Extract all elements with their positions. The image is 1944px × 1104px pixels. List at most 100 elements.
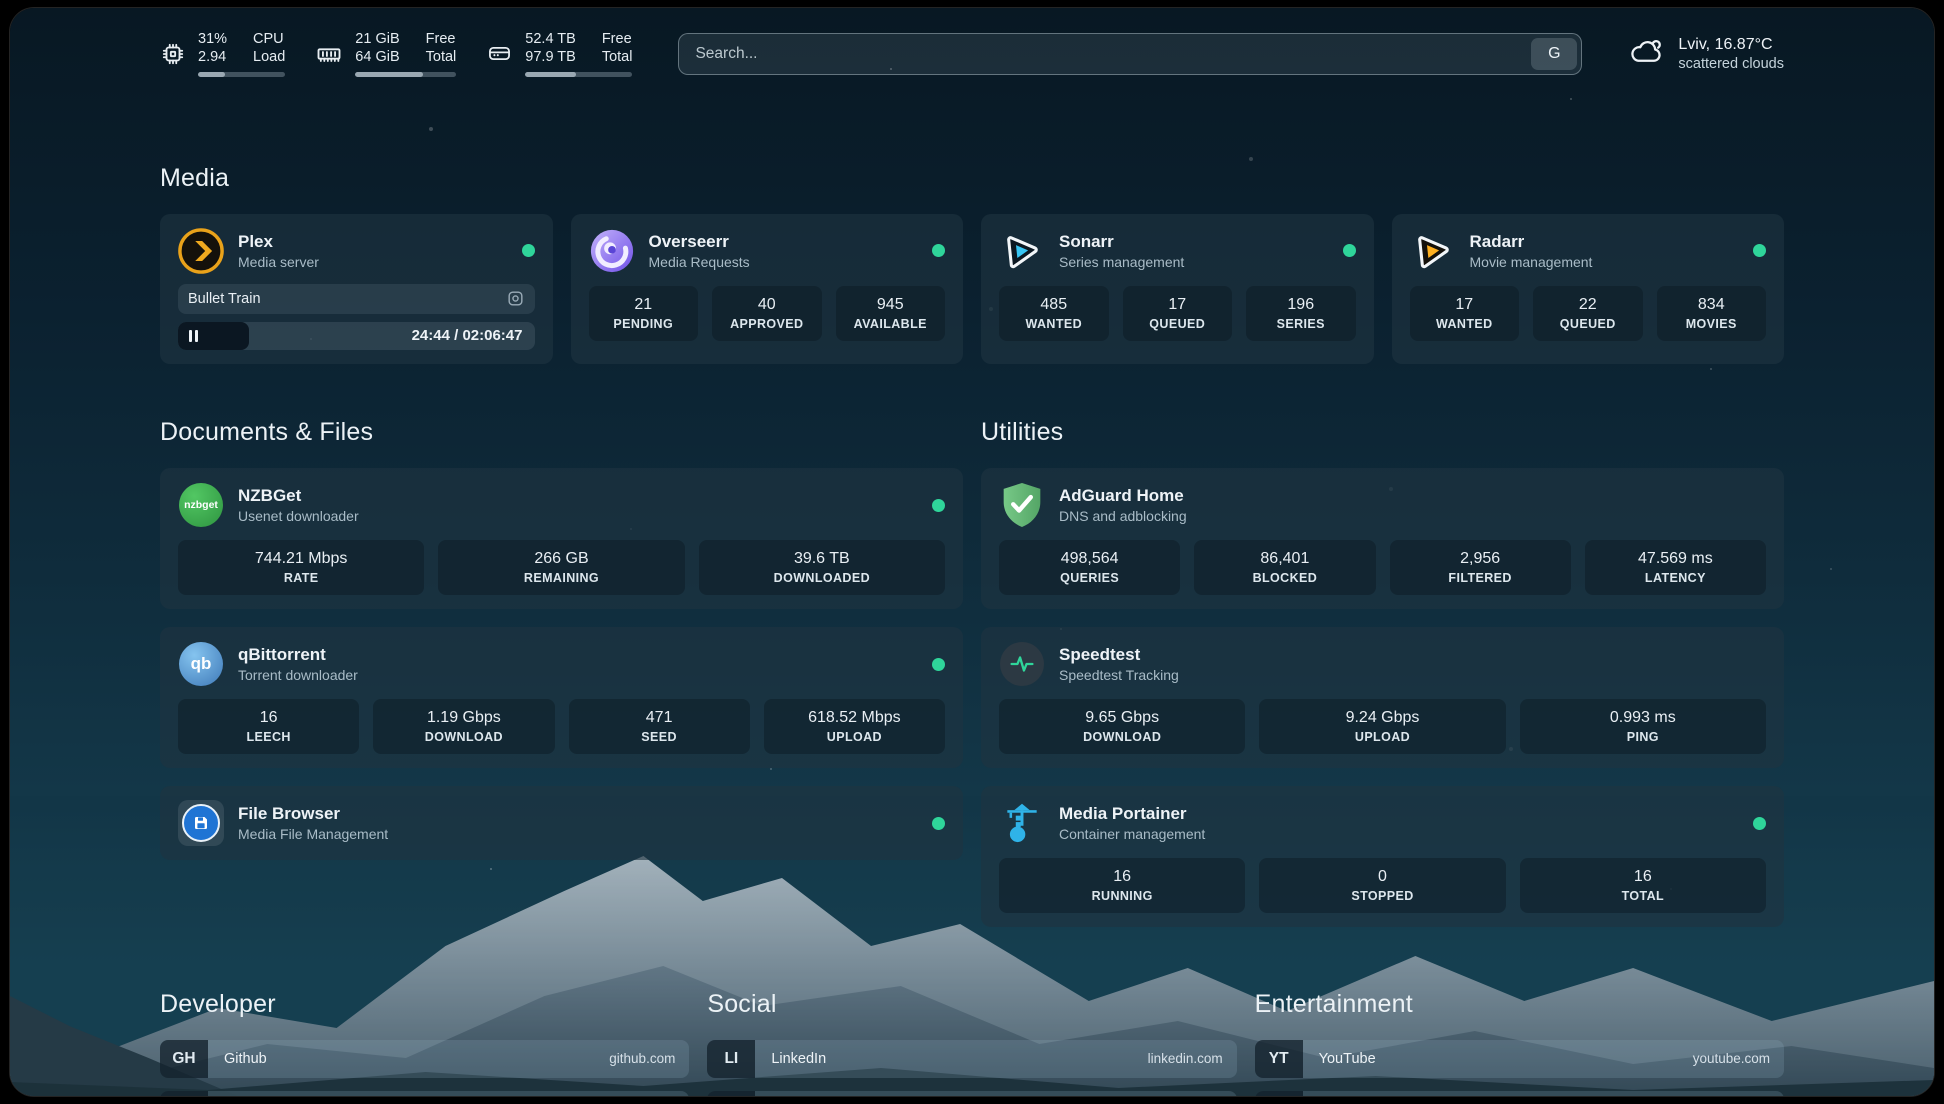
memory-total-label: Total bbox=[426, 48, 457, 66]
service-card-qbittorrent[interactable]: qb qBittorrent Torrent downloader 16 bbox=[160, 627, 963, 768]
disk-progress-bar bbox=[525, 72, 632, 77]
bookmark-group-entertainment: Entertainment YT YouTube youtube.com NF … bbox=[1255, 969, 1784, 1096]
service-name: Radarr bbox=[1470, 231, 1593, 253]
service-name: AdGuard Home bbox=[1059, 485, 1187, 507]
stat-block: 22 QUEUED bbox=[1533, 286, 1643, 341]
bookmark-netflix[interactable]: NF Netflix netflix.com bbox=[1255, 1091, 1784, 1097]
service-name: File Browser bbox=[238, 803, 388, 825]
service-card-sonarr[interactable]: Sonarr Series management 485 WANTED 17 Q… bbox=[981, 214, 1374, 364]
service-name: Media Portainer bbox=[1059, 803, 1205, 825]
bookmark-linkedin[interactable]: LI LinkedIn linkedin.com bbox=[707, 1040, 1236, 1078]
radarr-icon bbox=[1410, 228, 1456, 274]
stat-block: 834 MOVIES bbox=[1657, 286, 1767, 341]
cpu-usage-value: 31% bbox=[198, 30, 227, 48]
stat-block: 2,956 FILTERED bbox=[1390, 540, 1571, 595]
plex-icon bbox=[178, 228, 224, 274]
top-bar: 31% 2.94 CPU Load bbox=[160, 30, 1784, 77]
bookmark-group-developer: Developer GH Github github.com SO StackO… bbox=[160, 969, 689, 1096]
status-dot bbox=[1753, 244, 1766, 257]
bookmark-abbr: YT bbox=[1255, 1040, 1303, 1078]
cpu-chip-icon bbox=[160, 41, 186, 67]
filebrowser-icon bbox=[178, 800, 224, 846]
bookmark-domain: github.com bbox=[609, 1051, 689, 1066]
service-description: Media server bbox=[238, 253, 319, 271]
stat-block: 9.24 Gbps UPLOAD bbox=[1259, 699, 1505, 754]
cpu-stat: 31% 2.94 CPU Load bbox=[160, 30, 285, 77]
service-card-portainer[interactable]: Media Portainer Container management 16 … bbox=[981, 786, 1784, 927]
bookmark-abbr: SO bbox=[160, 1091, 208, 1097]
bookmark-domain: youtube.com bbox=[1693, 1051, 1784, 1066]
memory-icon bbox=[315, 40, 343, 68]
weather-condition: scattered clouds bbox=[1678, 55, 1784, 74]
status-dot bbox=[522, 244, 535, 257]
disk-stat: 52.4 TB 97.9 TB Free Total bbox=[486, 30, 632, 77]
pause-icon bbox=[189, 330, 198, 342]
overseerr-icon bbox=[589, 228, 635, 274]
utilities-section-title: Utilities bbox=[981, 418, 1784, 447]
bookmark-group-social: Social LI LinkedIn linkedin.com TW Twitt… bbox=[707, 969, 1236, 1096]
service-description: Movie management bbox=[1470, 253, 1593, 271]
stat-block: 17 WANTED bbox=[1410, 286, 1520, 341]
service-name: Plex bbox=[238, 231, 319, 253]
stat-block: 86,401 BLOCKED bbox=[1194, 540, 1375, 595]
bookmark-twitter[interactable]: TW Twitter twitter.com bbox=[707, 1091, 1236, 1097]
service-description: Media File Management bbox=[238, 825, 388, 843]
stat-block: 16 LEECH bbox=[178, 699, 359, 754]
service-name: Speedtest bbox=[1059, 644, 1179, 666]
bookmark-abbr: GH bbox=[160, 1040, 208, 1078]
service-name: NZBGet bbox=[238, 485, 359, 507]
stat-block: 17 QUEUED bbox=[1123, 286, 1233, 341]
stat-block: 39.6 TB DOWNLOADED bbox=[699, 540, 945, 595]
bookmark-github[interactable]: GH Github github.com bbox=[160, 1040, 689, 1078]
stat-block: 47.569 ms LATENCY bbox=[1585, 540, 1766, 595]
bookmark-stackoverflow[interactable]: SO StackOverflow stackoverflow.com bbox=[160, 1091, 689, 1097]
cpu-progress-bar bbox=[198, 72, 285, 77]
bookmark-name: LinkedIn bbox=[755, 1051, 826, 1067]
stat-block: 498,564 QUERIES bbox=[999, 540, 1180, 595]
service-card-plex[interactable]: Plex Media server Bullet Train bbox=[160, 214, 553, 364]
now-playing-icon bbox=[506, 289, 525, 308]
documents-section-title: Documents & Files bbox=[160, 418, 963, 447]
memory-total-value: 64 GiB bbox=[355, 48, 399, 66]
service-card-adguard[interactable]: AdGuard Home DNS and adblocking 498,564 … bbox=[981, 468, 1784, 609]
service-name: Overseerr bbox=[649, 231, 750, 253]
service-card-filebrowser[interactable]: File Browser Media File Management bbox=[160, 786, 963, 860]
stat-block: 266 GB REMAINING bbox=[438, 540, 684, 595]
disk-total-label: Total bbox=[602, 48, 633, 66]
status-dot bbox=[1753, 817, 1766, 830]
stat-block: 21 PENDING bbox=[589, 286, 699, 341]
memory-stat: 21 GiB 64 GiB Free Total bbox=[315, 30, 456, 77]
bookmark-abbr: LI bbox=[707, 1040, 755, 1078]
status-dot bbox=[932, 658, 945, 671]
dashboard-panel: 31% 2.94 CPU Load bbox=[10, 8, 1934, 1096]
search-input[interactable] bbox=[678, 33, 1582, 75]
stat-block: 744.21 Mbps RATE bbox=[178, 540, 424, 595]
stat-block: 40 APPROVED bbox=[712, 286, 822, 341]
portainer-icon bbox=[999, 800, 1045, 846]
service-description: DNS and adblocking bbox=[1059, 507, 1187, 525]
social-group-title: Social bbox=[707, 990, 1236, 1019]
service-card-overseerr[interactable]: Overseerr Media Requests 21 PENDING 40 A… bbox=[571, 214, 964, 364]
service-card-nzbget[interactable]: nzbget NZBGet Usenet downloader 744.21 M… bbox=[160, 468, 963, 609]
developer-group-title: Developer bbox=[160, 990, 689, 1019]
search-bar: G bbox=[678, 33, 1582, 75]
bookmark-youtube[interactable]: YT YouTube youtube.com bbox=[1255, 1040, 1784, 1078]
stat-block: 0.993 ms PING bbox=[1520, 699, 1766, 754]
disk-total-value: 97.9 TB bbox=[525, 48, 576, 66]
disk-free-label: Free bbox=[602, 30, 633, 48]
service-card-speedtest[interactable]: Speedtest Speedtest Tracking 9.65 Gbps D… bbox=[981, 627, 1784, 768]
sonarr-icon bbox=[999, 228, 1045, 274]
stat-block: 618.52 Mbps UPLOAD bbox=[764, 699, 945, 754]
stat-block: 471 SEED bbox=[569, 699, 750, 754]
bookmark-abbr: NF bbox=[1255, 1091, 1303, 1097]
nzbget-icon: nzbget bbox=[178, 482, 224, 528]
stat-block: 0 STOPPED bbox=[1259, 858, 1505, 913]
search-provider-button[interactable]: G bbox=[1531, 38, 1577, 70]
now-playing-row: Bullet Train bbox=[178, 284, 535, 314]
service-description: Speedtest Tracking bbox=[1059, 666, 1179, 684]
entertainment-group-title: Entertainment bbox=[1255, 990, 1784, 1019]
section-documents: Documents & Files nzbget NZBGet Usenet d… bbox=[160, 398, 963, 928]
service-card-radarr[interactable]: Radarr Movie management 17 WANTED 22 QUE… bbox=[1392, 214, 1785, 364]
weather-widget: Lviv, 16.87°C scattered clouds bbox=[1628, 34, 1784, 74]
stat-block: 16 RUNNING bbox=[999, 858, 1245, 913]
